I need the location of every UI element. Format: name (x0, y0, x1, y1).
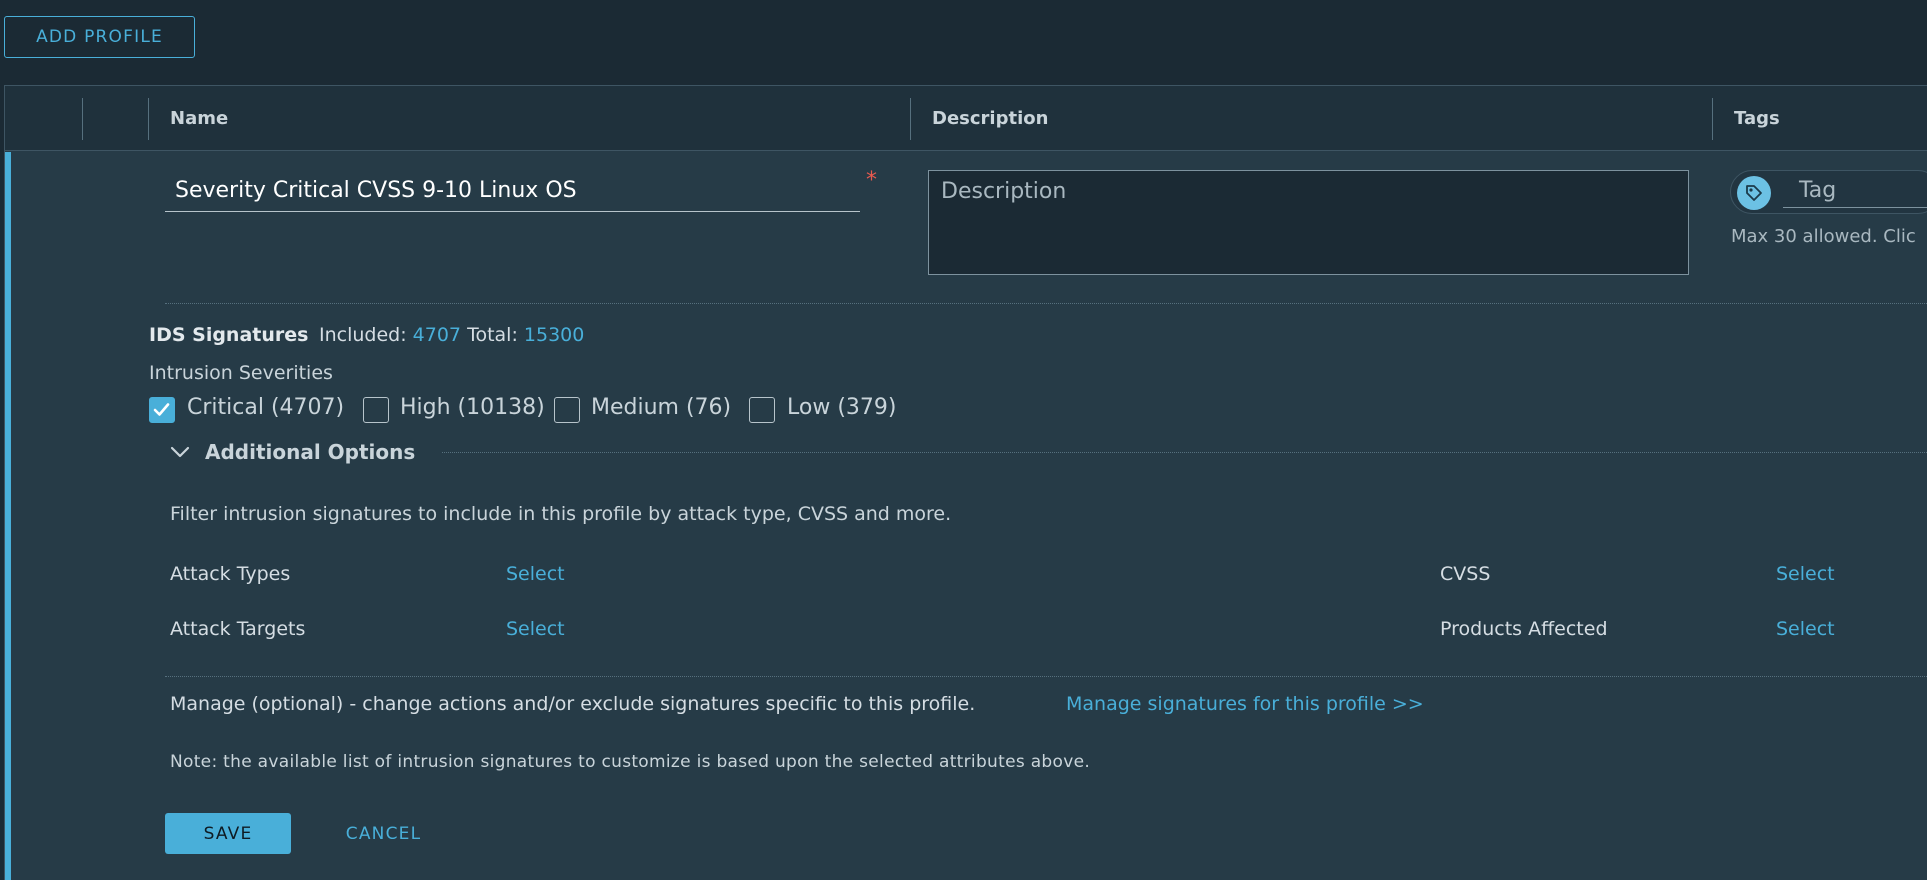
additional-options-toggle[interactable]: Additional Options (205, 440, 415, 464)
chevron-down-icon[interactable] (170, 444, 190, 463)
attack-types-select-link[interactable]: Select (506, 563, 565, 585)
description-textarea[interactable]: Description (928, 170, 1689, 275)
note-text: Note: the available list of intrusion si… (170, 752, 1091, 772)
checkmark-icon (153, 403, 170, 416)
severity-high-checkbox[interactable] (363, 397, 389, 423)
severity-critical-checkbox[interactable] (149, 397, 175, 423)
save-button[interactable]: SAVE (165, 813, 291, 854)
severity-high-label[interactable]: High (10138) (400, 395, 545, 420)
column-header-tags[interactable]: Tags (1734, 108, 1780, 129)
manage-description: Manage (optional) - change actions and/o… (170, 693, 976, 715)
filter-description: Filter intrusion signatures to include i… (170, 503, 952, 525)
severity-medium-checkbox[interactable] (554, 397, 580, 423)
severity-low-label[interactable]: Low (379) (787, 395, 896, 420)
column-separator[interactable] (148, 98, 149, 140)
cvss-select-link[interactable]: Select (1776, 563, 1835, 585)
grid-header: Name Description Tags (5, 86, 1927, 151)
tag-placeholder: Tag (1799, 178, 1837, 203)
severity-low-checkbox[interactable] (749, 397, 775, 423)
cvss-label: CVSS (1440, 563, 1491, 585)
required-indicator: * (866, 168, 877, 193)
tag-hint: Max 30 allowed. Clic (1731, 226, 1916, 247)
total-count-link[interactable]: 15300 (524, 324, 584, 346)
column-header-description[interactable]: Description (932, 108, 1048, 129)
manage-signatures-link[interactable]: Manage signatures for this profile >> (1066, 693, 1424, 715)
manage-divider (165, 676, 1927, 677)
severity-medium-label[interactable]: Medium (76) (591, 395, 731, 420)
column-separator[interactable] (82, 98, 83, 140)
severity-critical-label[interactable]: Critical (4707) (187, 395, 344, 420)
ids-signatures-label: IDS Signatures (149, 324, 309, 346)
intrusion-severities-title: Intrusion Severities (149, 362, 333, 384)
column-header-name[interactable]: Name (170, 108, 228, 129)
products-affected-label: Products Affected (1440, 618, 1608, 640)
cancel-button[interactable]: CANCEL (326, 813, 441, 854)
row-edit-indicator (5, 152, 11, 880)
profile-name-input[interactable]: Severity Critical CVSS 9-10 Linux OS (165, 172, 860, 212)
total-label: Total: (467, 324, 518, 346)
add-profile-button[interactable]: ADD PROFILE (4, 16, 195, 58)
attack-targets-select-link[interactable]: Select (506, 618, 565, 640)
attack-targets-label: Attack Targets (170, 618, 306, 640)
included-label: Included: (319, 324, 407, 346)
attack-types-label: Attack Types (170, 563, 291, 585)
column-separator[interactable] (1712, 98, 1713, 140)
section-divider (165, 303, 1927, 304)
additional-options-divider (442, 452, 1927, 453)
tag-icon (1737, 176, 1771, 210)
ids-counts: Included: 4707 Total: 15300 (319, 324, 584, 346)
tag-underline (1783, 207, 1927, 208)
included-count-link[interactable]: 4707 (413, 324, 461, 346)
tag-input[interactable]: Tag (1730, 170, 1927, 214)
column-separator[interactable] (910, 98, 911, 140)
products-affected-select-link[interactable]: Select (1776, 618, 1835, 640)
